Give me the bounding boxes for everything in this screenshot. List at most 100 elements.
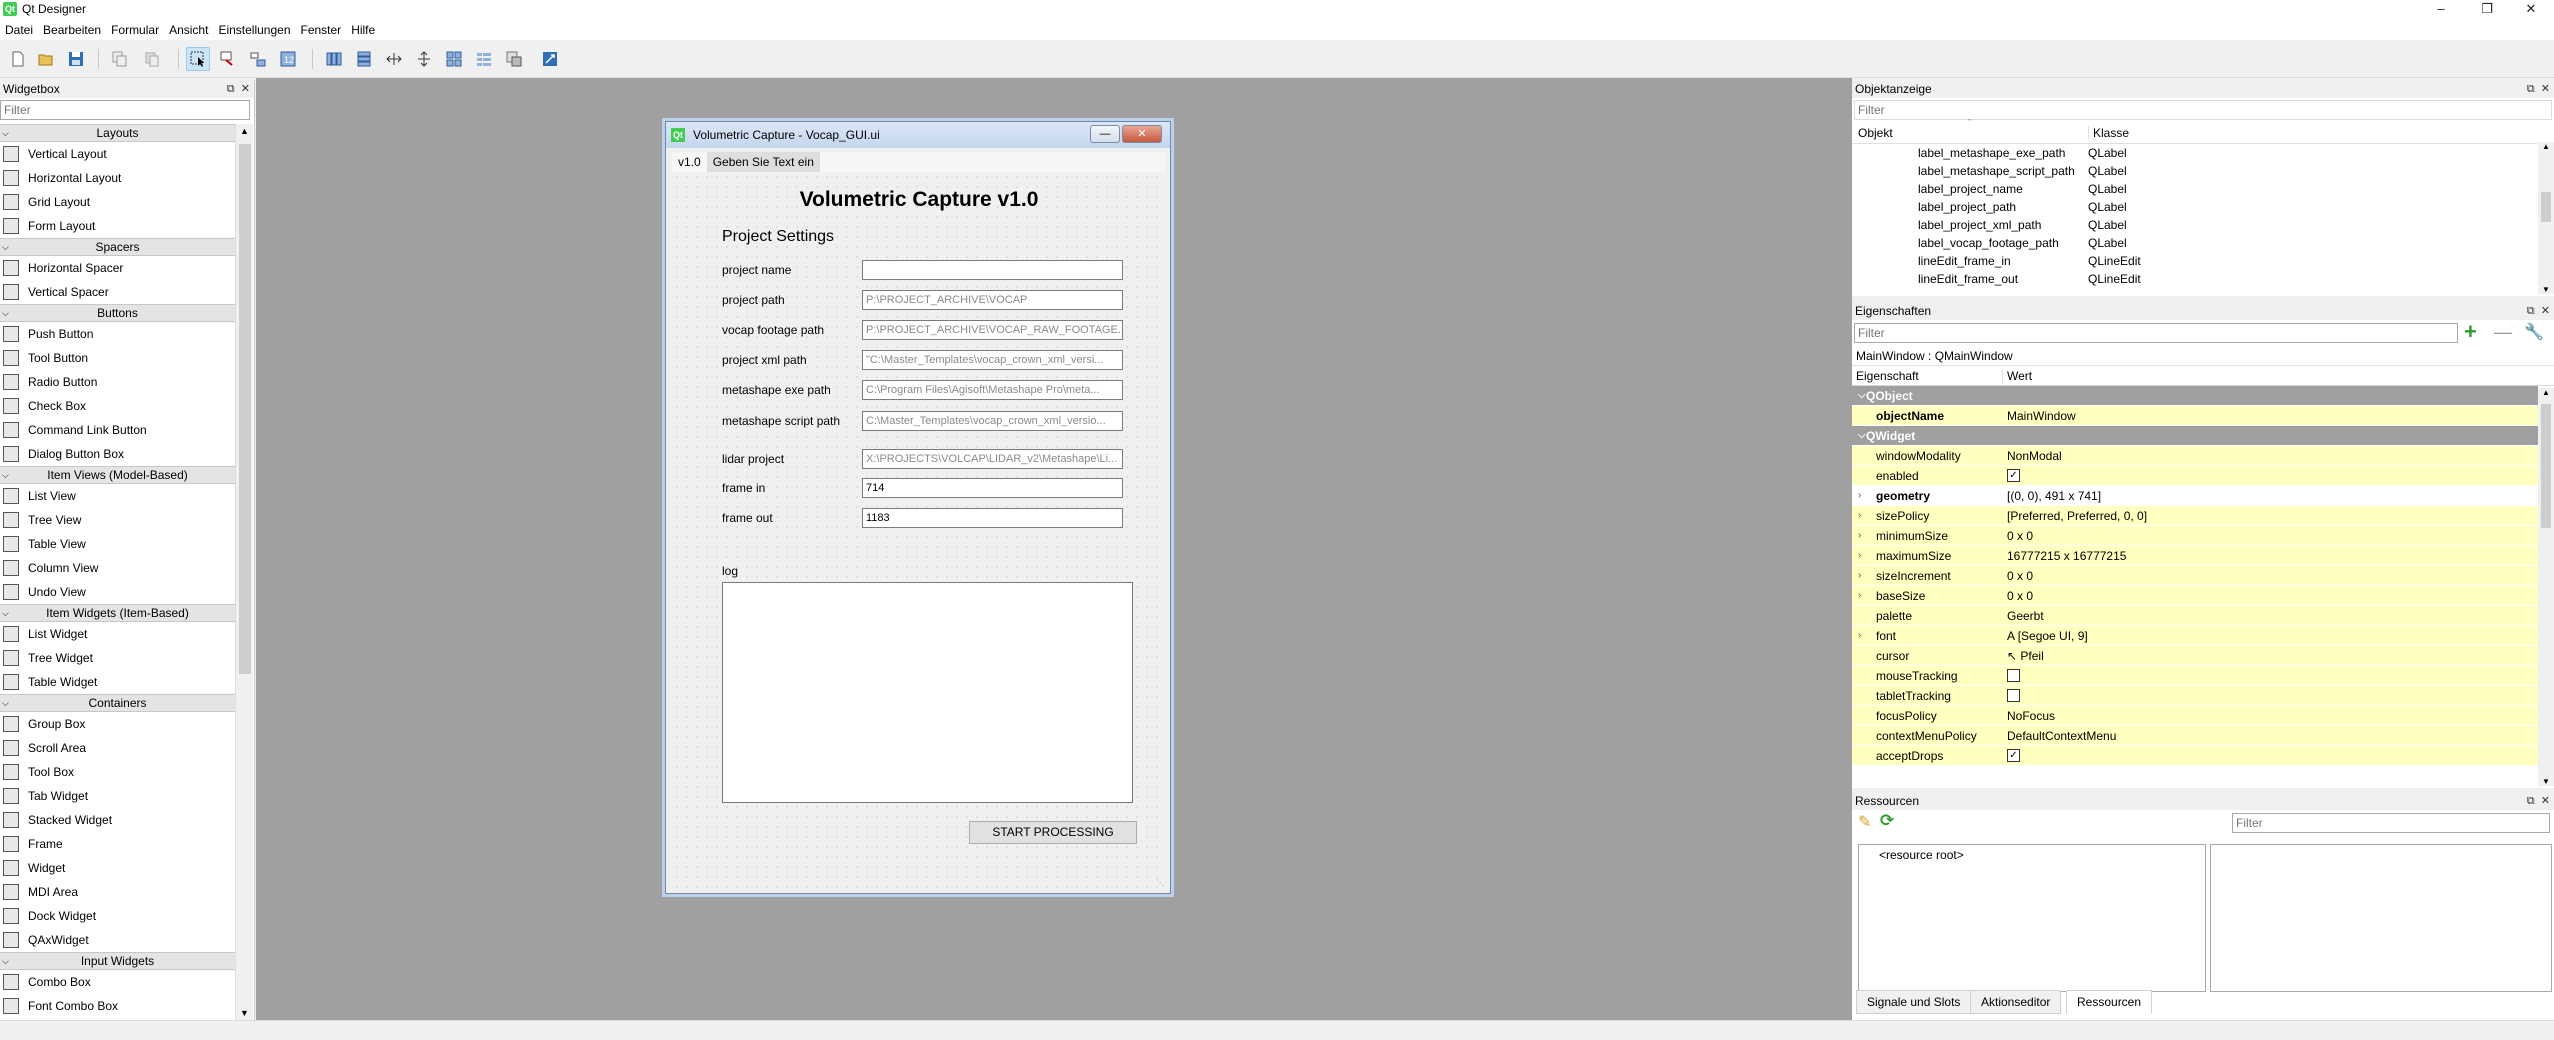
chevron-right-icon[interactable]: › <box>1858 506 1861 526</box>
property-row[interactable]: tabletTracking <box>1852 686 2538 706</box>
widgetbox-item[interactable]: QAxWidget <box>0 928 235 952</box>
scrollbar-thumb[interactable] <box>239 144 251 674</box>
project-path-input[interactable]: P:\PROJECT_ARCHIVE\VOCAP <box>862 290 1123 310</box>
property-value-cell[interactable]: MainWindow <box>2007 406 2076 426</box>
property-class-header[interactable]: ⌵ QObject <box>1852 386 2538 406</box>
object-tree-row[interactable]: label_project_path QLabel <box>1852 198 2554 216</box>
resource-file-list[interactable] <box>2210 844 2552 992</box>
menu-formular[interactable]: Formular <box>106 20 164 40</box>
property-value-cell[interactable]: A [Segoe UI, 9] <box>2007 626 2088 646</box>
object-filter-input[interactable] <box>1854 100 2552 120</box>
layout-grid-button[interactable] <box>442 47 466 71</box>
frame-in-input[interactable]: 714 <box>862 478 1123 498</box>
property-filter-input[interactable] <box>1854 323 2458 343</box>
chevron-right-icon[interactable]: › <box>1858 486 1861 506</box>
log-textbox[interactable] <box>722 582 1133 803</box>
resource-filter-input[interactable] <box>2232 813 2550 833</box>
object-tree-row[interactable]: label_metashape_script_path QLabel <box>1852 162 2554 180</box>
widgetbox-item[interactable]: Horizontal Layout <box>0 166 235 190</box>
close-dock-icon[interactable]: ✕ <box>2541 305 2550 317</box>
close-dock-icon[interactable]: ✕ <box>241 83 250 95</box>
new-file-button[interactable] <box>6 47 30 71</box>
property-row[interactable]: objectName MainWindow <box>1852 406 2538 426</box>
property-value-cell[interactable]: NonModal <box>2007 446 2062 466</box>
column-header-object[interactable]: Objekt <box>1858 126 1893 140</box>
scroll-up-icon[interactable]: ▲ <box>2542 388 2550 397</box>
lidar-project-input[interactable]: X:\PROJECTS\VOLCAP\LIDAR_v2\Metashape\Li… <box>862 449 1123 469</box>
widgetbox-category[interactable]: ⌵ Layouts <box>0 124 235 142</box>
widgetbox-category[interactable]: ⌵ Input Widgets <box>0 952 235 970</box>
scrollbar-thumb[interactable] <box>2541 404 2551 528</box>
adjust-size-button[interactable] <box>538 47 562 71</box>
float-dock-icon[interactable]: ⧉ <box>227 83 235 95</box>
scroll-up-icon[interactable]: ▲ <box>2542 142 2550 151</box>
form-window[interactable]: Qt Volumetric Capture - Vocap_GUI.ui — ✕… <box>665 121 1171 894</box>
form-close-button[interactable]: ✕ <box>1122 125 1162 143</box>
project-xml-path-input[interactable]: "C:\Master_Templates\vocap_crown_xml_ver… <box>862 350 1123 370</box>
widgetbox-item[interactable]: Undo View <box>0 580 235 604</box>
widgetbox-item[interactable]: Radio Button <box>0 370 235 394</box>
widgetbox-item[interactable]: Command Link Button <box>0 418 235 442</box>
scroll-down-icon[interactable]: ▼ <box>240 1008 249 1018</box>
property-row[interactable]: acceptDrops ✓ <box>1852 746 2538 766</box>
property-row[interactable]: › sizeIncrement 0 x 0 <box>1852 566 2538 586</box>
menu-bearbeiten[interactable]: Bearbeiten <box>38 20 106 40</box>
chevron-right-icon[interactable]: › <box>1858 546 1861 566</box>
widgetbox-item[interactable]: Dock Widget <box>0 904 235 928</box>
property-value-cell[interactable]: 0 x 0 <box>2007 566 2033 586</box>
reload-resources-icon[interactable]: ⟳ <box>1880 811 1894 831</box>
widgetbox-category[interactable]: ⌵ Item Widgets (Item-Based) <box>0 604 235 622</box>
object-tree-row[interactable]: label_project_name QLabel <box>1852 180 2554 198</box>
widgetbox-item[interactable]: MDI Area <box>0 880 235 904</box>
object-tree-row[interactable]: label_project_xml_path QLabel <box>1852 216 2554 234</box>
minimize-window-button[interactable]: – <box>2418 0 2464 20</box>
property-value-cell[interactable]: Geerbt <box>2007 606 2044 626</box>
property-row[interactable]: windowModality NonModal <box>1852 446 2538 466</box>
widgetbox-category[interactable]: ⌵ Containers <box>0 694 235 712</box>
property-value-cell[interactable]: ✓ <box>2007 466 2020 486</box>
widgetbox-item[interactable]: Widget <box>0 856 235 880</box>
widgetbox-item[interactable]: Push Button <box>0 322 235 346</box>
close-dock-icon[interactable]: ✕ <box>2541 795 2550 807</box>
checkbox-checked[interactable]: ✓ <box>2007 469 2020 483</box>
metashape-exe-path-input[interactable]: C:\Program Files\Agisoft\Metashape Pro\m… <box>862 380 1123 400</box>
widgetbox-category[interactable]: ⌵ Spacers <box>0 238 235 256</box>
property-row[interactable]: cursor ↖ Pfeil <box>1852 646 2538 666</box>
widgetbox-item[interactable]: Scroll Area <box>0 736 235 760</box>
property-value-cell[interactable]: ↖ Pfeil <box>2007 646 2044 666</box>
float-dock-icon[interactable]: ⧉ <box>2527 305 2535 317</box>
add-dynamic-property-icon[interactable]: + <box>2464 321 2477 343</box>
widgetbox-item[interactable]: Vertical Layout <box>0 142 235 166</box>
object-tree-row[interactable]: label_metashape_exe_path QLabel <box>1852 144 2554 162</box>
frame-out-input[interactable]: 1183 <box>862 508 1123 528</box>
layout-vertical-button[interactable] <box>352 47 376 71</box>
save-button[interactable] <box>64 47 88 71</box>
property-row[interactable]: enabled ✓ <box>1852 466 2538 486</box>
property-row[interactable]: › font A [Segoe UI, 9] <box>1852 626 2538 646</box>
chevron-down-icon[interactable]: ⌵ <box>1858 426 1866 446</box>
widgetbox-item[interactable]: Tree Widget <box>0 646 235 670</box>
widgetbox-item[interactable]: Tool Button <box>0 346 235 370</box>
project-name-input[interactable] <box>862 260 1123 280</box>
widgetbox-item[interactable]: Check Box <box>0 394 235 418</box>
widgetbox-item[interactable]: List Widget <box>0 622 235 646</box>
widgetbox-item[interactable]: Vertical Spacer <box>0 280 235 304</box>
property-row[interactable]: focusPolicy NoFocus <box>1852 706 2538 726</box>
column-header-property[interactable]: Eigenschaft <box>1856 369 1919 383</box>
tab-action-editor[interactable]: Aktionseditor <box>1970 990 2062 1014</box>
object-tree-row[interactable]: lineEdit_frame_in QLineEdit <box>1852 252 2554 270</box>
edit-widgets-mode-button[interactable] <box>186 47 210 71</box>
edit-signals-slots-button[interactable] <box>216 47 240 71</box>
start-processing-button[interactable]: START PROCESSING <box>969 821 1137 844</box>
property-row[interactable]: mouseTracking <box>1852 666 2538 686</box>
tab-resources[interactable]: Ressourcen <box>2066 990 2153 1014</box>
remove-dynamic-property-icon[interactable]: — <box>2494 322 2512 342</box>
resource-tree[interactable]: <resource root> <box>1858 844 2206 992</box>
scroll-down-icon[interactable]: ▼ <box>2542 285 2550 294</box>
vocap-footage-path-input[interactable]: P:\PROJECT_ARCHIVE\VOCAP_RAW_FOOTAGE... <box>862 320 1123 340</box>
widgetbox-item[interactable]: Dialog Button Box <box>0 442 235 466</box>
widgetbox-item[interactable]: Table View <box>0 532 235 556</box>
metashape-script-path-input[interactable]: C:\Master_Templates\vocap_crown_xml_vers… <box>862 411 1123 431</box>
chevron-right-icon[interactable]: › <box>1858 586 1861 606</box>
scroll-down-icon[interactable]: ▼ <box>2542 777 2550 786</box>
